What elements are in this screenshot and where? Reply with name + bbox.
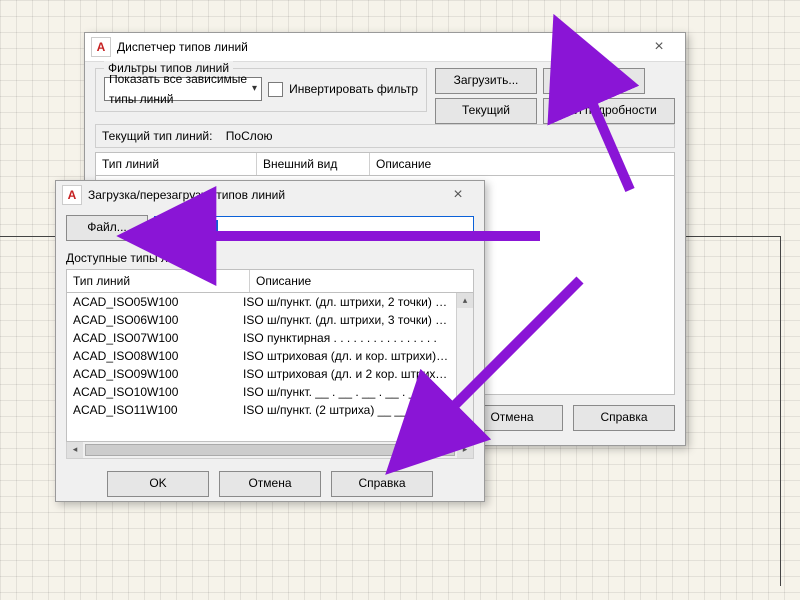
window-title: Диспетчер типов линий <box>117 40 248 54</box>
file-input[interactable]: acadiso.lin <box>154 216 474 240</box>
col-appearance[interactable]: Внешний вид <box>257 153 370 175</box>
delete-button[interactable]: Удалить <box>543 68 645 94</box>
available-label: Доступные типы линий <box>66 251 474 265</box>
filter-select[interactable]: Показать все зависимые типы линий ▾ <box>104 77 262 101</box>
linetype-name: ACAD_ISO10W100 <box>73 385 243 399</box>
close-icon[interactable]: × <box>639 38 679 56</box>
status-prefix: Текущий тип линий: <box>102 129 212 143</box>
scroll-right-icon[interactable]: ▸ <box>457 442 473 458</box>
col-name[interactable]: Тип линий <box>67 270 250 292</box>
linetype-description: ISO ш/пункт. (дл. штрихи, 3 точки) ___ .… <box>243 313 467 327</box>
list-item[interactable]: ACAD_ISO11W100ISO ш/пункт. (2 штриха) __… <box>67 401 473 419</box>
linetype-name: ACAD_ISO11W100 <box>73 403 243 417</box>
col-description[interactable]: Описание <box>370 153 674 175</box>
linetype-description: ISO пунктирная . . . . . . . . . . . . .… <box>243 331 467 345</box>
load-linetypes-window: A Загрузка/перезагрузка типов линий × Фа… <box>55 180 485 502</box>
linetype-name: ACAD_ISO05W100 <box>73 295 243 309</box>
available-table-header: Тип линий Описание <box>66 269 474 293</box>
linetype-name: ACAD_ISO07W100 <box>73 331 243 345</box>
vertical-scrollbar[interactable]: ▴ ▾ <box>456 293 473 441</box>
ok-button[interactable]: OK <box>107 471 209 497</box>
list-item[interactable]: ACAD_ISO10W100ISO ш/пункт. __ . __ . __ … <box>67 383 473 401</box>
linetype-name: ACAD_ISO08W100 <box>73 349 243 363</box>
list-item[interactable]: ACAD_ISO05W100ISO ш/пункт. (дл. штрихи, … <box>67 293 473 311</box>
invert-label: Инвертировать фильтр <box>289 82 418 96</box>
cancel-button[interactable]: Отмена <box>219 471 321 497</box>
list-item[interactable]: ACAD_ISO09W100ISO штриховая (дл. и 2 кор… <box>67 365 473 383</box>
linetype-description: ISO ш/пункт. __ . __ . __ . __ . __ . __… <box>243 385 467 399</box>
titlebar[interactable]: A Диспетчер типов линий × <box>85 33 685 62</box>
filter-group-label: Фильтры типов линий <box>104 61 233 75</box>
chevron-down-icon: ▾ <box>252 79 257 99</box>
canvas-edge-vertical <box>780 236 781 586</box>
file-input-value: acadiso.lin <box>159 220 218 234</box>
horizontal-scrollbar[interactable]: ◂ ▸ <box>66 442 474 459</box>
status-value: ПоСлою <box>226 129 273 143</box>
list-item[interactable]: ACAD_ISO07W100ISO пунктирная . . . . . .… <box>67 329 473 347</box>
details-button[interactable]: Вкл подробности <box>543 98 675 124</box>
linetype-name: ACAD_ISO09W100 <box>73 367 243 381</box>
app-icon: A <box>91 37 111 57</box>
help-button[interactable]: Справка <box>331 471 433 497</box>
app-icon: A <box>62 185 82 205</box>
linetype-description: ISO ш/пункт. (2 штриха) __ __ . __ __ . … <box>243 403 467 417</box>
scroll-up-icon[interactable]: ▴ <box>457 293 473 308</box>
filter-select-value: Показать все зависимые типы линий <box>109 69 252 109</box>
scroll-down-icon[interactable]: ▾ <box>457 426 473 441</box>
linetype-description: ISO ш/пункт. (дл. штрихи, 2 точки) ___ .… <box>243 295 467 309</box>
invert-checkbox[interactable] <box>268 82 283 97</box>
window-title: Загрузка/перезагрузка типов линий <box>88 188 285 202</box>
list-item[interactable]: ACAD_ISO06W100ISO ш/пункт. (дл. штрихи, … <box>67 311 473 329</box>
available-table-body[interactable]: ACAD_ISO05W100ISO ш/пункт. (дл. штрихи, … <box>66 293 474 442</box>
linetype-description: ISO штриховая (дл. и 2 кор. штриха) ____… <box>243 367 467 381</box>
list-item[interactable]: ACAD_ISO08W100ISO штриховая (дл. и кор. … <box>67 347 473 365</box>
col-description[interactable]: Описание <box>250 270 473 292</box>
col-name[interactable]: Тип линий <box>96 153 257 175</box>
file-button[interactable]: Файл... <box>66 215 148 241</box>
help-button[interactable]: Справка <box>573 405 675 431</box>
close-icon[interactable]: × <box>438 186 478 204</box>
linetype-description: ISO штриховая (дл. и кор. штрихи) ____ _… <box>243 349 467 363</box>
linetype-name: ACAD_ISO06W100 <box>73 313 243 327</box>
load-button[interactable]: Загрузить... <box>435 68 537 94</box>
scroll-thumb[interactable] <box>85 444 455 456</box>
scroll-left-icon[interactable]: ◂ <box>67 442 83 458</box>
linetype-table-header: Тип линий Внешний вид Описание <box>95 152 675 176</box>
titlebar[interactable]: A Загрузка/перезагрузка типов линий × <box>56 181 484 209</box>
current-button[interactable]: Текущий <box>435 98 537 124</box>
current-linetype-status: Текущий тип линий: ПоСлою <box>95 124 675 148</box>
